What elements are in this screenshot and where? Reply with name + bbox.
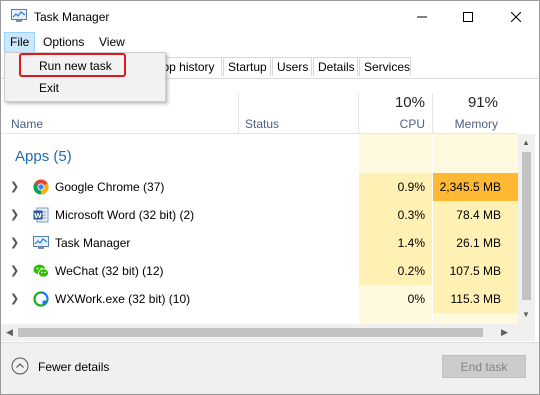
close-icon: [511, 11, 521, 22]
menu-item-exit[interactable]: Exit: [6, 78, 164, 98]
expand-chevron-icon[interactable]: ❯: [10, 236, 19, 249]
fewer-details-link[interactable]: Fewer details: [38, 360, 109, 374]
table-row[interactable]: ❯ Google Chrome (37) 0.9% 2,345.5 MB: [1, 173, 518, 201]
footer-bar: Fewer details End task: [1, 342, 539, 394]
process-list: Apps (5) ❯ Google Chrome (37) 0.9% 2,345…: [1, 134, 518, 324]
vertical-scrollbar[interactable]: ▲ ▼: [518, 134, 535, 324]
expand-chevron-icon[interactable]: ❯: [10, 208, 19, 221]
close-button[interactable]: [493, 1, 539, 32]
chrome-icon: [33, 179, 49, 195]
memory-value: 115.3 MB: [450, 292, 501, 306]
maximize-icon: [463, 11, 473, 22]
scroll-up-arrow-icon[interactable]: ▲: [522, 138, 530, 147]
expand-chevron-icon[interactable]: ❯: [10, 264, 19, 277]
memory-value: 78.4 MB: [456, 208, 501, 222]
task-manager-icon: [33, 236, 49, 249]
chevron-up-circle-icon[interactable]: [11, 357, 29, 375]
scrollbar-corner: [518, 324, 535, 341]
memory-cell: 115.3 MB: [433, 285, 518, 313]
cpu-value: 0%: [407, 292, 425, 306]
expand-chevron-icon[interactable]: ❯: [10, 292, 19, 305]
tab-services[interactable]: Services: [359, 57, 411, 76]
wxwork-icon: [33, 291, 49, 307]
menu-view[interactable]: View: [94, 33, 130, 52]
process-name: Task Manager: [55, 236, 131, 250]
end-task-button[interactable]: End task: [442, 355, 526, 378]
word-icon: W: [33, 207, 49, 223]
minimize-icon: [417, 16, 427, 17]
cpu-value: 0.2%: [397, 264, 425, 278]
task-manager-window: Task Manager File Options View pp histor…: [0, 0, 540, 395]
tab-startup[interactable]: Startup: [223, 57, 271, 76]
memory-cell: 107.5 MB: [433, 257, 518, 285]
cpu-total-percent: 10%: [394, 94, 425, 111]
group-apps-title: Apps (5): [15, 148, 72, 165]
memory-cell: 78.4 MB: [433, 201, 518, 229]
title-bar[interactable]: Task Manager: [1, 1, 539, 32]
menu-options[interactable]: Options: [38, 33, 89, 52]
table-row[interactable]: ❯ W Microsoft Word (32 bit) (2) 0.3% 78.…: [1, 201, 518, 229]
process-name: WeChat (32 bit) (12): [55, 264, 164, 278]
process-name: Microsoft Word (32 bit) (2): [55, 208, 195, 222]
column-name[interactable]: Name: [11, 117, 43, 131]
tab-users[interactable]: Users: [272, 57, 312, 76]
cpu-cell: 0.2%: [359, 257, 432, 285]
process-name: Google Chrome (37): [55, 180, 165, 194]
table-row[interactable]: ❯ WeChat (32 bit) (12) 0.2% 107.5 MB: [1, 257, 518, 285]
cpu-cell: 0.3%: [359, 201, 432, 229]
memory-value: 26.1 MB: [456, 236, 501, 250]
cpu-cell: 0%: [359, 285, 432, 313]
menu-file[interactable]: File: [4, 32, 36, 53]
wechat-icon: [33, 264, 49, 278]
horizontal-scrollbar[interactable]: ◀ ▶: [1, 324, 518, 341]
svg-text:W: W: [34, 212, 42, 220]
scroll-right-arrow-icon[interactable]: ▶: [501, 327, 508, 338]
task-manager-app-icon: [11, 9, 27, 22]
vertical-scroll-thumb[interactable]: [522, 152, 531, 300]
menu-bar: File Options View: [1, 32, 539, 53]
table-row[interactable]: ❯ Task Manager 1.4% 26.1 MB: [1, 229, 518, 257]
column-cpu[interactable]: CPU: [359, 117, 425, 131]
cpu-cell: 1.4%: [359, 229, 432, 257]
column-memory[interactable]: Memory: [433, 117, 498, 131]
cpu-value: 0.9%: [397, 180, 425, 194]
memory-cell: 26.1 MB: [433, 229, 518, 257]
maximize-button[interactable]: [445, 1, 491, 32]
expand-chevron-icon[interactable]: ❯: [10, 180, 19, 193]
memory-total-percent: 91%: [467, 94, 498, 111]
process-name: WXWork.exe (32 bit) (10): [55, 292, 191, 306]
memory-value: 2,345.5 MB: [439, 180, 501, 194]
minimize-button[interactable]: [399, 1, 445, 32]
cpu-cell: 0.9%: [359, 173, 432, 201]
scroll-down-arrow-icon[interactable]: ▼: [522, 310, 530, 319]
column-status[interactable]: Status: [245, 117, 279, 131]
table-row[interactable]: ❯ WXWork.exe (32 bit) (10) 0% 115.3 MB: [1, 285, 518, 313]
cpu-value: 1.4%: [397, 236, 425, 250]
memory-cell: 2,345.5 MB: [433, 173, 518, 201]
horizontal-scroll-thumb[interactable]: [18, 328, 483, 337]
memory-value: 107.5 MB: [449, 264, 501, 278]
tab-details[interactable]: Details: [313, 57, 358, 76]
menu-item-label: Exit: [39, 81, 60, 95]
scroll-left-arrow-icon[interactable]: ◀: [6, 327, 13, 338]
highlight-annotation-box: [19, 53, 126, 77]
column-separator[interactable]: [238, 93, 239, 133]
window-title: Task Manager: [34, 10, 110, 24]
cpu-value: 0.3%: [397, 208, 425, 222]
